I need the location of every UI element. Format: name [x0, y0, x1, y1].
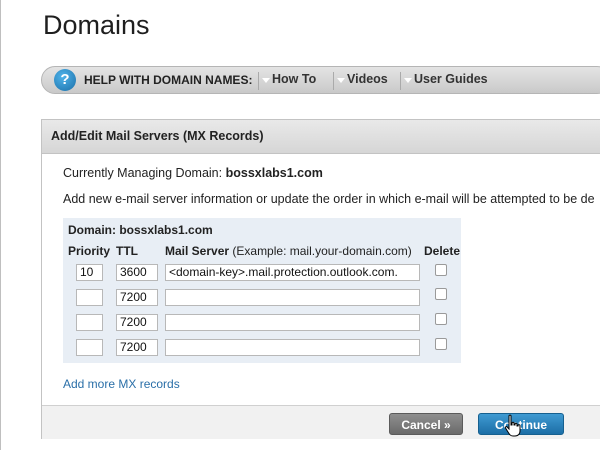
help-link-user-guides[interactable]: User Guides	[400, 72, 488, 90]
col-delete: Delete	[424, 244, 461, 258]
help-link-how-to[interactable]: How To	[258, 72, 316, 90]
delete-checkbox[interactable]	[435, 264, 447, 276]
hand-cursor-icon	[504, 414, 521, 437]
panel-title: Add/Edit Mail Servers (MX Records)	[51, 129, 264, 143]
priority-input[interactable]: 10	[76, 264, 103, 281]
managing-domain-line: Currently Managing Domain: bossxlabs1.co…	[63, 166, 323, 180]
mail-server-input[interactable]	[165, 339, 420, 356]
mx-records-table: Domain: bossxlabs1.com Priority TTL Mail…	[63, 218, 461, 363]
page-title: Domains	[43, 10, 150, 40]
ttl-input[interactable]: 3600	[116, 264, 158, 281]
mail-server-input[interactable]	[165, 314, 420, 331]
domain-label: Domain: bossxlabs1.com	[68, 223, 213, 237]
caret-down-icon	[337, 78, 345, 83]
help-label: HELP WITH DOMAIN NAMES:	[84, 73, 253, 87]
help-bar: ? HELP WITH DOMAIN NAMES: How To Videos …	[41, 66, 600, 94]
priority-input[interactable]	[76, 339, 103, 356]
panel-header: Add/Edit Mail Servers (MX Records)	[42, 120, 600, 154]
priority-input[interactable]	[76, 289, 103, 306]
help-link-videos[interactable]: Videos	[333, 72, 388, 90]
caret-down-icon	[404, 78, 412, 83]
mail-server-input[interactable]	[165, 289, 420, 306]
caret-down-icon	[262, 78, 270, 83]
mx-records-panel: Add/Edit Mail Servers (MX Records) Curre…	[41, 119, 600, 439]
managing-label: Currently Managing Domain:	[63, 166, 223, 180]
priority-input[interactable]	[76, 314, 103, 331]
mail-server-input[interactable]: <domain-key>.mail.protection.outlook.com…	[165, 264, 420, 281]
ttl-input[interactable]: 7200	[116, 339, 158, 356]
col-ttl: TTL	[116, 244, 138, 258]
managing-domain: bossxlabs1.com	[225, 166, 323, 180]
instructions-text: Add new e-mail server information or upd…	[63, 192, 595, 206]
col-mail-server: Mail Server (Example: mail.your-domain.c…	[165, 244, 412, 258]
cancel-button[interactable]: Cancel »	[389, 413, 463, 435]
delete-checkbox[interactable]	[435, 338, 447, 350]
ttl-input[interactable]: 7200	[116, 289, 158, 306]
add-more-mx-link[interactable]: Add more MX records	[63, 377, 180, 391]
delete-checkbox[interactable]	[435, 313, 447, 325]
ttl-input[interactable]: 7200	[116, 314, 158, 331]
col-priority: Priority	[68, 244, 111, 258]
delete-checkbox[interactable]	[435, 288, 447, 300]
question-icon[interactable]: ?	[54, 69, 76, 91]
